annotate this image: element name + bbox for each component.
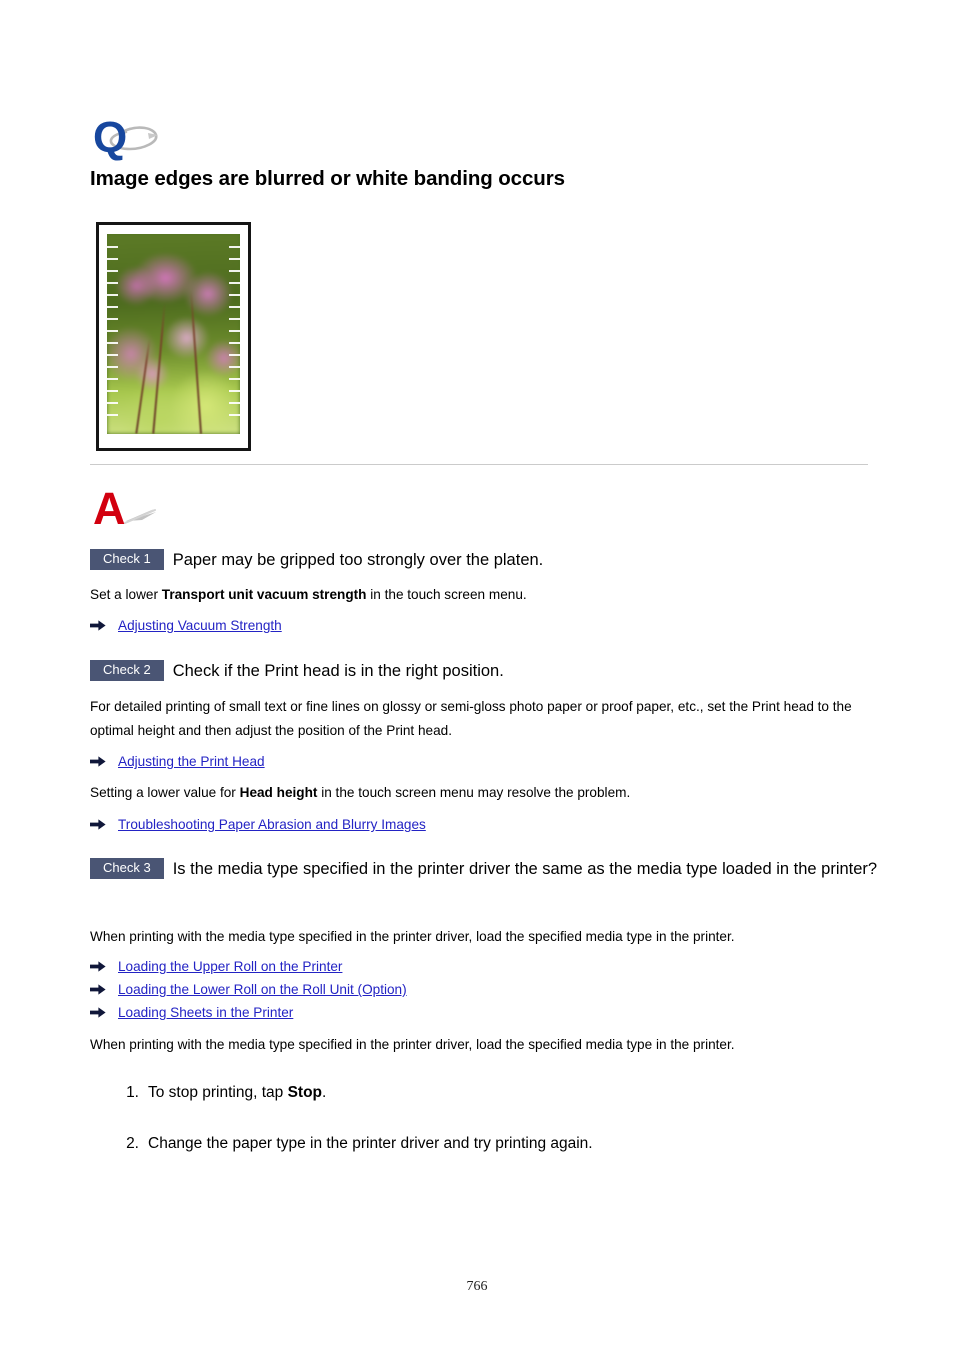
- text-run: Change the paper type in the printer dri…: [148, 1135, 593, 1152]
- check-2-title: Check if the Print head is in the right …: [172, 662, 504, 680]
- arrow-bullet-icon: [90, 1002, 106, 1018]
- check-1-link-row-1[interactable]: Adjusting Vacuum Strength: [90, 614, 282, 637]
- sample-image-frame: [96, 222, 251, 451]
- check-2-badge: Check 2: [90, 660, 164, 681]
- arrow-bullet-icon: [90, 751, 106, 767]
- check-2-paragraph-1: For detailed printing of small text or f…: [90, 699, 852, 738]
- page-title: Image edges are blurred or white banding…: [90, 167, 565, 190]
- check-1-paragraph-1: Set a lower Transport unit vacuum streng…: [90, 583, 870, 607]
- check-1-title: Paper may be gripped too strongly over t…: [172, 551, 544, 569]
- section-divider: [90, 464, 868, 465]
- text-run: in the touch screen menu.: [366, 587, 527, 602]
- arrow-bullet-icon: [90, 615, 106, 631]
- emphasis-head-height: Head height: [239, 785, 318, 800]
- check-2-link-row-1[interactable]: Adjusting the Print Head: [90, 750, 265, 773]
- check-2-link-row-2[interactable]: Troubleshooting Paper Abrasion and Blurr…: [90, 813, 426, 836]
- emphasis-stop: Stop: [287, 1084, 323, 1101]
- photo-content: [107, 234, 240, 434]
- check-3-paragraph-2: When printing with the media type specif…: [90, 1037, 735, 1052]
- step-number: 2.: [126, 1135, 139, 1152]
- arrow-bullet-icon: [90, 956, 106, 972]
- check-2-paragraph-2: Setting a lower value for Head height in…: [90, 781, 872, 805]
- check-2-heading: Check 2 Check if the Print head is in the…: [90, 657, 504, 685]
- link-adjusting-the-print-head[interactable]: Adjusting the Print Head: [118, 754, 265, 769]
- check-1-badge: Check 1: [90, 549, 164, 570]
- step-item-1: 1. To stop printing, tap Stop.: [113, 1081, 873, 1105]
- svg-text:Q: Q: [93, 113, 127, 162]
- text-run: in the touch screen menu may resolve the…: [317, 785, 631, 800]
- step-number: 1.: [126, 1084, 139, 1101]
- arrow-bullet-icon: [90, 814, 106, 830]
- text-run: Set a lower: [90, 587, 162, 602]
- check-3-paragraph-1: When printing with the media type specif…: [90, 929, 735, 944]
- q-mark-icon: Q: [92, 112, 162, 164]
- link-loading-sheets-in-the-printer[interactable]: Loading Sheets in the Printer: [118, 1005, 293, 1020]
- check-3-link-row-3[interactable]: Loading Sheets in the Printer: [90, 1001, 293, 1024]
- check-3-badge: Check 3: [90, 858, 164, 879]
- check-3-link-row-1[interactable]: Loading the Upper Roll on the Printer: [90, 955, 342, 978]
- page-number: 766: [466, 1279, 488, 1294]
- a-mark-icon: A: [92, 483, 162, 535]
- arrow-bullet-icon: [90, 979, 106, 995]
- emphasis-transport-unit-vacuum-strength: Transport unit vacuum strength: [161, 587, 367, 602]
- step-item-2: 2. Change the paper type in the printer d…: [113, 1132, 873, 1156]
- link-loading-the-lower-roll-on-the-roll-unit-option[interactable]: Loading the Lower Roll on the Roll Unit …: [118, 982, 407, 997]
- check-3-heading: Check 3 Is the media type specified in th…: [90, 855, 880, 883]
- sample-photo: [107, 234, 240, 434]
- text-run: To stop printing, tap: [148, 1084, 288, 1101]
- text-run: Setting a lower value for: [90, 785, 240, 800]
- link-troubleshooting-paper-abrasion-and-blurry-images[interactable]: Troubleshooting Paper Abrasion and Blurr…: [118, 817, 426, 832]
- link-loading-the-upper-roll-on-the-printer[interactable]: Loading the Upper Roll on the Printer: [118, 959, 342, 974]
- check-3-link-row-2[interactable]: Loading the Lower Roll on the Roll Unit …: [90, 978, 407, 1001]
- text-run: .: [322, 1084, 327, 1101]
- check-3-title: Is the media type specified in the print…: [172, 860, 878, 878]
- check-1-heading: Check 1 Paper may be gripped too strongly…: [90, 546, 543, 574]
- document-page: Q Image edges are blurred or white bandi…: [0, 0, 954, 1350]
- link-adjusting-vacuum-strength[interactable]: Adjusting Vacuum Strength: [118, 618, 282, 633]
- svg-text:A: A: [93, 483, 126, 534]
